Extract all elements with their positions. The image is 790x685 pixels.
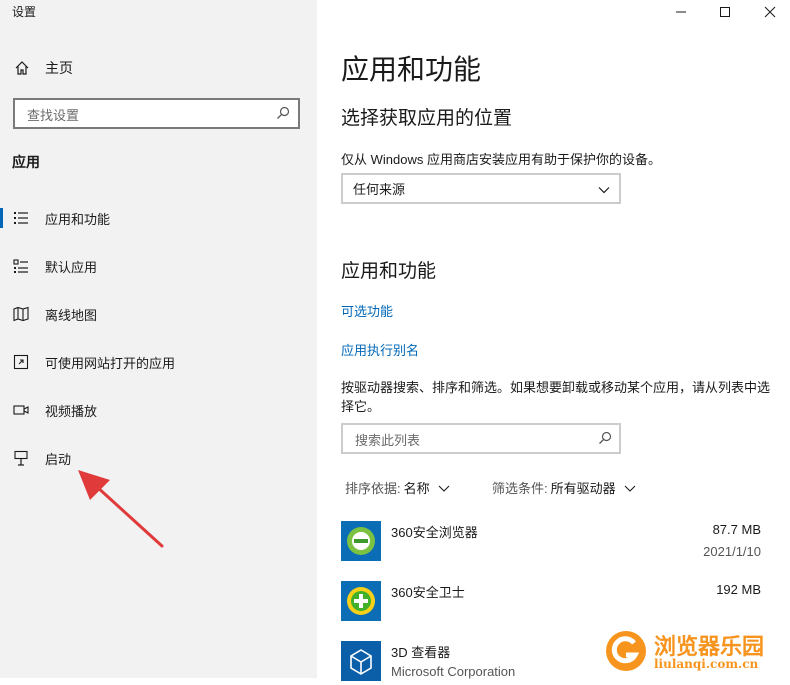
chevron-down-icon: [598, 187, 610, 194]
search-icon[interactable]: [276, 106, 290, 120]
watermark: 浏览器乐园 liulanqi.com.cn: [600, 625, 790, 678]
filter-dropdown[interactable]: 筛选条件: 所有驱动器: [492, 478, 636, 497]
install-source-value: 任何来源: [353, 182, 406, 197]
install-section-heading: 选择获取应用的位置: [341, 108, 513, 129]
app-list-item[interactable]: 360安全浏览器 87.7 MB 2021/1/10: [341, 521, 761, 565]
home-label: 主页: [45, 60, 73, 76]
app-list-search[interactable]: [341, 423, 621, 454]
minimize-icon: [676, 11, 686, 13]
sidebar-item-apps-features[interactable]: 应用和功能: [0, 198, 317, 238]
filter-label: 筛选条件:: [492, 481, 548, 496]
app-name: 360安全浏览器: [391, 525, 478, 540]
filter-value: 所有驱动器: [550, 481, 616, 496]
startup-icon: [14, 450, 28, 466]
settings-search-input[interactable]: [25, 105, 269, 125]
3d-viewer-icon: [341, 641, 381, 681]
app-list-item[interactable]: 360安全卫士 192 MB: [341, 581, 761, 625]
sidebar-item-label: 应用和功能: [45, 211, 111, 227]
sidebar-item-label: 默认应用: [45, 259, 98, 275]
sidebar-item-label: 离线地图: [45, 307, 98, 323]
sidebar-section-apps: 应用: [12, 154, 40, 170]
install-source-dropdown[interactable]: 任何来源: [341, 173, 621, 204]
app-execution-aliases-link[interactable]: 应用执行别名: [341, 340, 419, 359]
maximize-button[interactable]: [702, 0, 748, 24]
sidebar-item-label: 可使用网站打开的应用: [45, 355, 176, 371]
apps-features-icon: [14, 212, 28, 224]
app-size: 192 MB: [716, 582, 761, 597]
page-title: 应用和功能: [341, 54, 482, 85]
sort-label: 排序依据:: [345, 481, 401, 496]
sidebar-home[interactable]: 主页: [14, 58, 73, 78]
annotation-arrow: [78, 470, 164, 548]
search-icon[interactable]: [598, 431, 612, 445]
home-icon: [15, 61, 29, 75]
sidebar-item-apps-for-websites[interactable]: 可使用网站打开的应用: [0, 342, 317, 382]
sidebar-item-video-playback[interactable]: 视频播放: [0, 390, 317, 430]
window-title: 设置: [12, 5, 37, 19]
app-size: 87.7 MB: [712, 522, 761, 537]
chevron-down-icon: [624, 485, 636, 492]
sidebar-item-offline-maps[interactable]: 离线地图: [0, 294, 317, 334]
watermark-logo-icon: [606, 631, 646, 671]
sidebar-item-label: 启动: [45, 451, 72, 467]
app-date: 2021/1/10: [703, 544, 761, 559]
settings-search[interactable]: [13, 98, 300, 129]
install-description: 仅从 Windows 应用商店安装应用有助于保护你的设备。: [341, 152, 661, 167]
sidebar-item-default-apps[interactable]: 默认应用: [0, 246, 317, 286]
maximize-icon: [720, 7, 730, 17]
sort-value: 名称: [403, 481, 430, 496]
360-safe-icon: [341, 581, 381, 621]
optional-features-link[interactable]: 可选功能: [341, 301, 393, 320]
default-apps-icon: [13, 259, 28, 273]
watermark-url: liulanqi.com.cn: [654, 657, 759, 671]
apps-section-heading: 应用和功能: [341, 261, 437, 282]
sort-dropdown[interactable]: 排序依据: 名称: [345, 478, 450, 497]
offline-maps-icon: [13, 306, 29, 322]
apps-instructions: 按驱动器搜索、排序和筛选。如果想要卸载或移动某个应用，请从列表中选择它。: [341, 380, 771, 414]
chevron-down-icon: [438, 485, 450, 492]
360-browser-icon: [341, 521, 381, 561]
video-playback-icon: [13, 405, 29, 415]
main-pane: 应用和功能 选择获取应用的位置 仅从 Windows 应用商店安装应用有助于保护…: [317, 0, 790, 681]
close-icon: [764, 6, 776, 18]
minimize-button[interactable]: [658, 0, 704, 24]
apps-for-websites-icon: [13, 354, 29, 370]
sidebar: 设置 主页 应用 应用和功能 默认应用: [0, 0, 317, 678]
sidebar-item-label: 视频播放: [45, 403, 98, 419]
app-name: 360安全卫士: [391, 585, 465, 600]
app-name: 3D 查看器: [391, 645, 451, 660]
app-publisher: Microsoft Corporation: [391, 664, 516, 679]
app-list-search-input[interactable]: [353, 430, 587, 450]
close-button[interactable]: [747, 0, 790, 24]
